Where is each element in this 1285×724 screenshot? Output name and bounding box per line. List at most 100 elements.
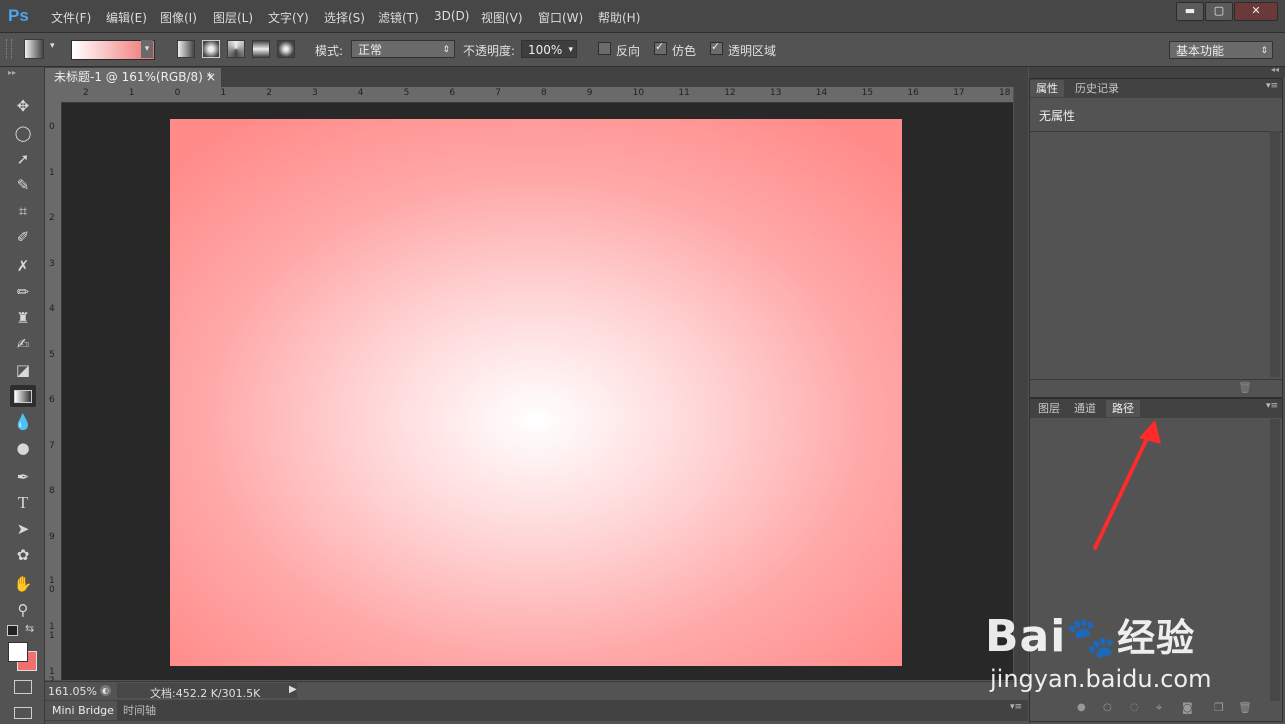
trash-icon[interactable]: 🗑 — [1238, 381, 1252, 394]
zoom-tool-icon[interactable]: ⚲ — [10, 599, 36, 621]
expand-status-icon[interactable]: ▶ — [289, 684, 297, 695]
document-canvas[interactable] — [170, 119, 902, 666]
transparency-label: 透明区域 — [728, 44, 777, 58]
reverse-label: 反向 — [616, 44, 641, 58]
angle-gradient-icon[interactable] — [227, 40, 245, 58]
grip-handle[interactable] — [6, 39, 12, 59]
move-tool-icon[interactable]: ✥ — [10, 95, 36, 117]
type-tool-icon[interactable]: T — [10, 492, 36, 514]
properties-panel: 属性 历史记录 ▾≡ 无属性 🗑 — [1029, 78, 1283, 398]
reverse-checkbox[interactable] — [598, 42, 611, 55]
tab-channels[interactable]: 通道 — [1068, 400, 1102, 417]
menu-type[interactable]: 文字(Y) — [268, 9, 309, 26]
dither-checkbox[interactable] — [654, 40, 667, 55]
status-menu-icon[interactable]: ◐ — [100, 685, 111, 696]
menu-3d[interactable]: 3D(D) — [434, 9, 469, 23]
fill-path-icon[interactable]: ● — [1077, 702, 1086, 713]
ruler-left-label: 9 — [49, 531, 55, 542]
opacity-input[interactable]: 100% ▾ — [521, 40, 577, 58]
ruler-top-label: 2 — [266, 88, 272, 98]
brush-tool-icon[interactable]: ✏ — [10, 281, 36, 303]
diamond-gradient-icon[interactable] — [277, 40, 295, 58]
quick-select-icon[interactable]: ✎ — [10, 174, 36, 196]
pen-tool-icon[interactable]: ✒ — [10, 466, 36, 488]
tab-history[interactable]: 历史记录 — [1069, 80, 1125, 97]
mode-select[interactable]: 正常 ⇕ — [351, 40, 455, 58]
radial-gradient-icon[interactable] — [202, 40, 220, 58]
eyedropper-icon[interactable]: ✐ — [10, 226, 36, 248]
panel-menu-icon[interactable]: ▾≡ — [1266, 401, 1278, 411]
menu-window[interactable]: 窗口(W) — [538, 9, 583, 26]
eraser-tool-icon[interactable]: ◪ — [10, 359, 36, 381]
crop-tool-icon[interactable]: ⌗ — [10, 200, 36, 222]
stamp-tool-icon[interactable]: ♜ — [10, 307, 36, 329]
path-select-icon[interactable]: ➤ — [10, 518, 36, 540]
hand-tool-icon[interactable]: ✋ — [10, 573, 36, 595]
tab-layers[interactable]: 图层 — [1032, 400, 1066, 417]
quick-mask-icon[interactable] — [14, 680, 32, 694]
dither-label: 仿色 — [672, 44, 697, 58]
menu-layer[interactable]: 图层(L) — [213, 9, 253, 26]
watermark-brand: Bai🐾经验 — [985, 611, 1196, 662]
preset-dropdown-arrow-icon[interactable]: ▾ — [50, 41, 55, 51]
menu-file[interactable]: 文件(F) — [51, 9, 91, 26]
menu-image[interactable]: 图像(I) — [160, 9, 197, 26]
workspace-select[interactable]: 基本功能 ⇕ — [1169, 41, 1273, 59]
collapse-panels-icon[interactable]: ◂◂ — [1271, 65, 1279, 74]
healing-brush-icon[interactable]: ✗ — [10, 255, 36, 277]
make-path-icon[interactable]: ⌖ — [1156, 701, 1162, 715]
foreground-color-swatch[interactable] — [8, 642, 28, 662]
menu-help[interactable]: 帮助(H) — [598, 9, 640, 26]
lasso-tool-icon[interactable]: ➚ — [10, 148, 36, 170]
menu-select[interactable]: 选择(S) — [324, 9, 365, 26]
history-brush-icon[interactable]: ✍ — [10, 333, 36, 355]
gradient-tool-preset-icon[interactable] — [24, 39, 44, 59]
add-mask-icon[interactable]: ◙ — [1182, 701, 1193, 714]
ruler-left-label: 7 — [49, 440, 55, 451]
delete-path-icon[interactable]: 🗑 — [1238, 701, 1252, 714]
screen-mode-icon[interactable] — [14, 707, 32, 719]
document-tab[interactable]: 未标题-1 @ 161%(RGB/8) * × — [45, 68, 221, 87]
tab-mini-bridge[interactable]: Mini Bridge — [45, 701, 117, 720]
linear-gradient-icon[interactable] — [177, 40, 195, 58]
tab-timeline[interactable]: 时间轴 — [123, 701, 156, 720]
panel-menu-icon[interactable]: ▾≡ — [1266, 81, 1278, 91]
updown-icon: ⇕ — [442, 45, 450, 55]
menu-filter[interactable]: 滤镜(T) — [378, 9, 419, 26]
ruler-left-label: 5 — [49, 349, 55, 360]
menu-edit[interactable]: 编辑(E) — [106, 9, 147, 26]
ruler-top-label: 16 — [907, 88, 919, 98]
reflected-gradient-icon[interactable] — [252, 40, 270, 58]
close-window-button[interactable]: ✕ — [1234, 2, 1278, 21]
new-path-icon[interactable]: ❐ — [1214, 701, 1224, 714]
ruler-origin[interactable] — [45, 87, 61, 102]
gradient-tool-icon[interactable] — [10, 385, 36, 407]
ellipse-marquee-icon[interactable]: ◯ — [10, 122, 36, 144]
maximize-button[interactable]: ▢ — [1205, 2, 1233, 21]
vertical-scrollbar[interactable] — [1014, 87, 1028, 680]
dodge-tool-icon[interactable]: ● — [10, 437, 36, 459]
load-selection-icon[interactable]: ◌ — [1130, 702, 1139, 713]
tab-paths[interactable]: 路径 — [1106, 400, 1140, 417]
collapse-icon[interactable]: ▸▸ — [8, 68, 16, 77]
gradient-dropdown-arrow-icon[interactable]: ▾ — [141, 40, 153, 58]
paw-icon: 🐾 — [1066, 615, 1118, 661]
blur-tool-icon[interactable]: 💧 — [10, 411, 36, 433]
mode-value: 正常 — [358, 43, 383, 57]
properties-scrollbar[interactable] — [1270, 131, 1280, 377]
default-colors-icon[interactable] — [7, 625, 18, 636]
close-tab-icon[interactable]: × — [206, 68, 216, 87]
tab-properties[interactable]: 属性 — [1030, 80, 1064, 97]
transparency-checkbox[interactable] — [710, 40, 723, 55]
status-bar: 161.05% ◐ 文档:452.2 K/301.5K ▶ — [45, 681, 1028, 700]
tools-panel: ▸▸ ✥ ◯ ➚ ✎ ⌗ ✐ ✗ ✏ ♜ ✍ ◪ 💧 ● ✒ T ➤ ✿ ✋ ⚲… — [0, 67, 45, 724]
zoom-level[interactable]: 161.05% — [48, 685, 97, 698]
ruler-top-label: 14 — [815, 88, 828, 98]
layers-scrollbar[interactable] — [1270, 419, 1280, 701]
shape-tool-icon[interactable]: ✿ — [10, 544, 36, 566]
swap-colors-icon[interactable]: ⇆ — [25, 622, 34, 635]
stroke-path-icon[interactable]: ○ — [1103, 702, 1112, 713]
panel-menu-icon[interactable]: ▾≡ — [1010, 702, 1022, 712]
menu-view[interactable]: 视图(V) — [481, 9, 523, 26]
minimize-button[interactable]: ▬ — [1176, 2, 1204, 21]
